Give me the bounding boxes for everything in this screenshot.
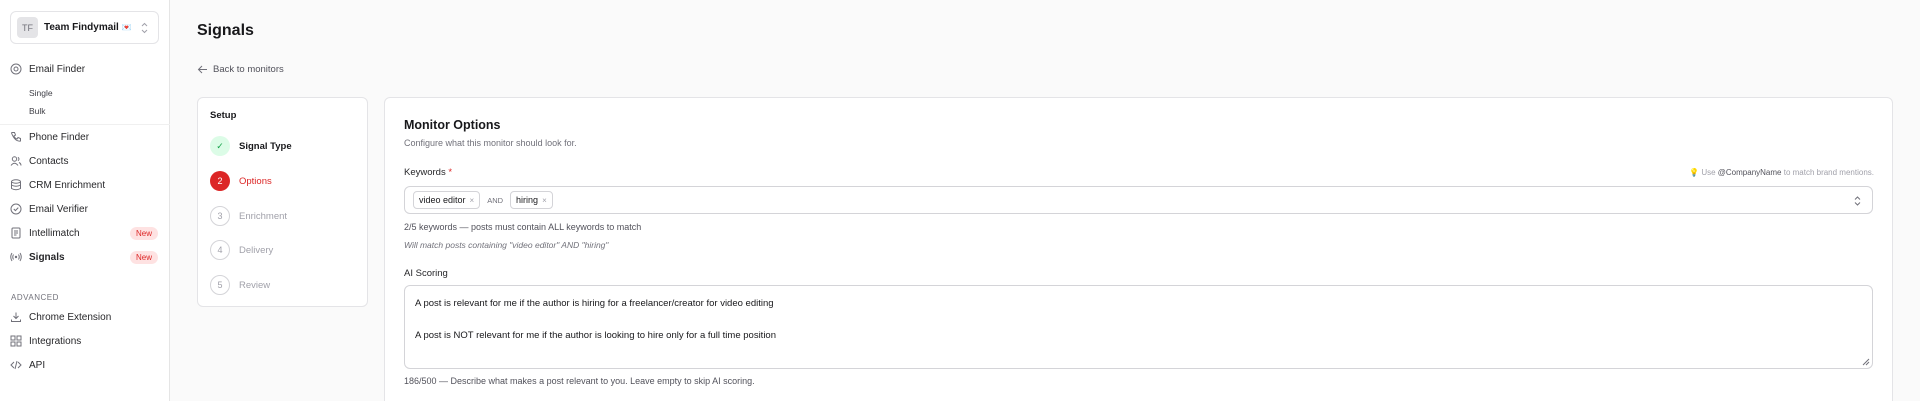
sidebar-item-chrome-extension[interactable]: Chrome Extension — [10, 307, 160, 327]
hint-token: @CompanyName — [1717, 168, 1782, 177]
back-to-monitors-link[interactable]: Back to monitors — [197, 64, 284, 75]
database-icon — [11, 179, 21, 191]
sidebar-sub-single[interactable]: Single — [29, 88, 53, 98]
document-icon — [11, 227, 21, 239]
sidebar-item-label: Email Finder — [29, 63, 86, 75]
sidebar-item-crm-enrichment[interactable]: CRM Enrichment — [10, 175, 160, 195]
page-title: Signals — [197, 22, 254, 39]
step-signal-type[interactable]: ✓ Signal Type — [210, 136, 292, 156]
step-label: Signal Type — [239, 140, 292, 152]
options-title: Monitor Options — [404, 118, 501, 132]
sidebar-divider — [0, 124, 170, 125]
phone-icon — [10, 132, 21, 142]
sidebar-item-api[interactable]: API — [10, 355, 160, 375]
sidebar-item-contacts[interactable]: Contacts — [10, 151, 160, 171]
arrow-left-icon — [197, 65, 207, 74]
step-review[interactable]: 5 Review — [210, 275, 270, 295]
grid-icon — [10, 335, 22, 347]
keywords-label: Keywords * — [404, 167, 452, 178]
sidebar-item-label: Intellimatch — [29, 227, 80, 239]
ai-scoring-count: 186/500 — Describe what makes a post rel… — [404, 376, 755, 386]
section-label-advanced: ADVANCED — [11, 293, 59, 302]
code-icon — [10, 360, 22, 370]
sidebar-item-label: Chrome Extension — [29, 311, 112, 323]
step-number: 4 — [210, 240, 230, 260]
remove-chip-icon[interactable]: × — [470, 196, 475, 205]
keywords-input[interactable]: video editor × AND hiring × — [404, 186, 1873, 214]
sidebar-item-label: CRM Enrichment — [29, 179, 106, 191]
step-delivery[interactable]: 4 Delivery — [210, 240, 273, 260]
ai-scoring-label: AI Scoring — [404, 268, 448, 279]
step-options[interactable]: 2 Options — [210, 171, 272, 191]
team-avatar: TF — [17, 17, 38, 38]
sidebar-item-integrations[interactable]: Integrations — [10, 331, 160, 351]
monitor-options-card: Monitor Options Configure what this moni… — [384, 97, 1893, 401]
check-circle-icon — [10, 203, 22, 215]
sidebar-item-email-verifier[interactable]: Email Verifier — [10, 199, 160, 219]
required-mark: * — [448, 167, 453, 178]
chevron-down-icon — [141, 22, 148, 34]
team-emoji: 💌 — [121, 23, 132, 32]
sidebar-sub-bulk[interactable]: Bulk — [29, 106, 46, 116]
check-icon: ✓ — [210, 136, 230, 156]
resize-handle-icon[interactable] — [1862, 358, 1870, 366]
sidebar-item-intellimatch[interactable]: Intellimatch New — [10, 223, 160, 243]
team-name: Team Findymail — [44, 22, 119, 33]
keyword-chip: video editor × — [413, 191, 481, 209]
steps-title: Setup — [210, 110, 237, 121]
download-icon — [11, 312, 21, 322]
setup-steps-card: Setup ✓ Signal Type 2 Options 3 Enrichme… — [197, 97, 368, 307]
step-enrichment[interactable]: 3 Enrichment — [210, 206, 287, 226]
sidebar-item-label: Signals — [29, 251, 65, 263]
hint-suffix: to match brand mentions. — [1783, 168, 1874, 177]
sidebar-item-signals[interactable]: Signals New — [10, 247, 160, 267]
keyword-count: 2/5 keywords — posts must contain ALL ke… — [404, 222, 642, 232]
chevron-up-down-icon[interactable] — [1853, 195, 1862, 207]
new-badge: New — [129, 226, 158, 240]
broadcast-icon — [10, 252, 22, 262]
sidebar-item-label: Phone Finder — [29, 131, 90, 143]
company-name-hint: 💡 Use @CompanyName to match brand mentio… — [1689, 168, 1874, 177]
keywords-label-text: Keywords — [404, 167, 446, 178]
hint-prefix: Use — [1701, 168, 1716, 177]
sidebar-item-phone-finder[interactable]: Phone Finder — [10, 127, 160, 147]
sidebar-item-label: Integrations — [29, 335, 82, 347]
ai-scoring-line: A post is relevant for me if the author … — [415, 298, 774, 309]
lightbulb-icon: 💡 — [1689, 168, 1700, 177]
step-number: 2 — [210, 171, 230, 191]
step-label: Options — [239, 175, 272, 187]
keyword-chip: hiring × — [510, 191, 553, 209]
step-label: Delivery — [239, 244, 274, 256]
chip-label: video editor — [419, 195, 466, 205]
remove-chip-icon[interactable]: × — [542, 196, 547, 205]
options-description: Configure what this monitor should look … — [404, 138, 577, 148]
sidebar: TF Team Findymail 💌 Email Finder Single … — [0, 0, 170, 401]
search-icon — [10, 63, 22, 75]
keyword-match-preview: Will match posts containing "video edito… — [404, 240, 609, 250]
team-switcher[interactable]: TF Team Findymail 💌 — [10, 11, 159, 44]
users-icon — [10, 156, 22, 166]
new-badge: New — [129, 250, 158, 264]
back-link-label: Back to monitors — [213, 64, 284, 75]
sidebar-item-label: Email Verifier — [29, 203, 88, 215]
step-label: Enrichment — [239, 210, 288, 222]
sidebar-item-label: API — [29, 359, 46, 371]
sidebar-item-email-finder[interactable]: Email Finder — [10, 59, 160, 79]
step-number: 5 — [210, 275, 230, 295]
and-operator: AND — [487, 195, 504, 205]
sidebar-item-label: Contacts — [29, 155, 69, 167]
chip-label: hiring — [516, 195, 539, 205]
step-label: Review — [239, 279, 271, 291]
ai-scoring-line: A post is NOT relevant for me if the aut… — [415, 330, 776, 341]
step-number: 3 — [210, 206, 230, 226]
ai-scoring-textarea[interactable]: A post is relevant for me if the author … — [404, 285, 1873, 369]
